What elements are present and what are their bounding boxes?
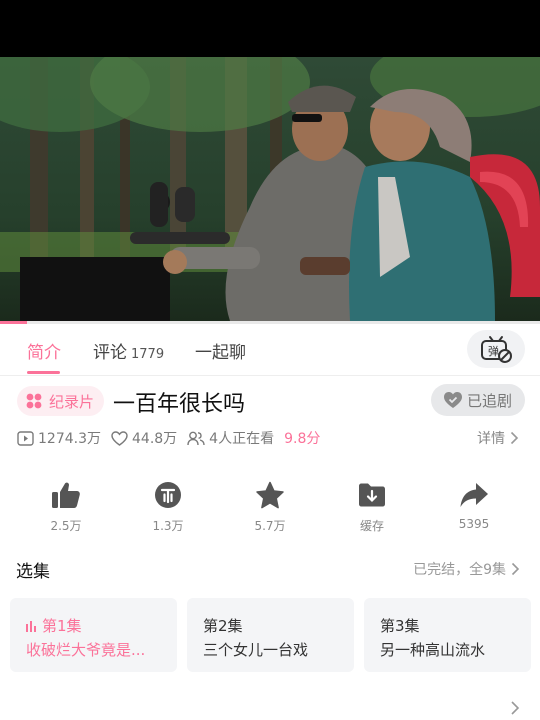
watching-count: 4人正在看 [187, 428, 274, 448]
tab-underline [27, 371, 60, 374]
share-icon [460, 483, 488, 507]
like-button[interactable]: 2.5万 [26, 478, 106, 534]
video-frame [0, 57, 540, 321]
episode-card-3[interactable]: 第3集 另一种高山流水 [364, 598, 531, 672]
tab-intro[interactable]: 简介 [27, 338, 61, 363]
danmaku-toggle-icon: 弹 [481, 336, 512, 363]
star-icon [256, 481, 284, 508]
status-bar-area [0, 0, 540, 57]
thumbs-up-icon [52, 482, 80, 508]
episodes-status-link[interactable]: 已完结，全9集 [413, 559, 520, 579]
detail-tabs: 简介 评论 1779 一起聊 [0, 324, 540, 376]
documentary-badge[interactable]: 纪录片 [17, 386, 105, 416]
like-count-value: 44.8万 [132, 431, 178, 447]
follow-button-label: 已追剧 [466, 391, 512, 410]
detail-link[interactable]: 详情 [477, 428, 519, 448]
danmaku-toggle-button[interactable]: 弹 [467, 330, 525, 368]
follow-button[interactable]: 已追剧 [431, 384, 525, 416]
show-title: 一百年很长吗 [113, 392, 246, 417]
tab-comments[interactable]: 评论 1779 [93, 338, 164, 363]
now-playing-icon [26, 620, 36, 632]
tab-comments-label: 评论 [93, 343, 127, 363]
stats-row: 1274.3万 44.8万 4人正在看 9.8分 详情 [17, 428, 527, 448]
comment-count: 1779 [131, 347, 165, 362]
like-count-label: 2.5万 [50, 519, 82, 533]
rating-score: 9.8分 [284, 431, 321, 447]
heart-outline-icon [111, 430, 128, 446]
watching-count-value: 4人正在看 [209, 431, 275, 447]
play-count-icon [17, 430, 34, 446]
play-count: 1274.3万 [17, 428, 101, 448]
episode-number: 第1集 [42, 617, 82, 635]
episode-title: 三个女儿一台戏 [203, 641, 309, 659]
episode-title: 收破烂大爷竟是... [26, 641, 146, 659]
download-folder-icon [359, 483, 385, 507]
detail-link-label: 详情 [477, 431, 505, 447]
tab-chat-together[interactable]: 一起聊 [195, 338, 246, 363]
people-icon [187, 431, 205, 445]
video-player[interactable] [0, 57, 540, 321]
episode-title: 另一种高山流水 [380, 641, 486, 659]
documentary-badge-label: 纪录片 [49, 392, 95, 411]
documentary-icon [26, 393, 42, 409]
chevron-right-icon [511, 562, 520, 576]
episode-card-1[interactable]: 第1集 收破烂大爷竟是... [10, 598, 177, 672]
heart-check-icon [443, 391, 462, 408]
episode-number: 第2集 [203, 617, 243, 635]
episode-card-2[interactable]: 第2集 三个女儿一台戏 [187, 598, 354, 672]
chevron-right-icon[interactable] [510, 700, 520, 716]
like-count: 44.8万 [111, 428, 177, 448]
coin-icon [155, 482, 181, 508]
chevron-right-icon [510, 431, 519, 445]
share-count-label: 5395 [458, 517, 490, 531]
episodes-header: 选集 已完结，全9集 [0, 555, 540, 582]
episodes-status: 已完结，全9集 [413, 562, 506, 578]
cache-button[interactable]: 缓存 [332, 478, 412, 534]
coin-count-label: 1.3万 [152, 519, 184, 533]
svg-text:弹: 弹 [488, 344, 499, 358]
coin-button[interactable]: 1.3万 [128, 478, 208, 534]
action-bar: 2.5万 1.3万 5.7万 缓存 5395 [0, 478, 540, 538]
episodes-heading: 选集 [16, 562, 50, 582]
title-row: 纪录片 一百年很长吗 已追剧 [0, 380, 540, 424]
play-count-value: 1274.3万 [38, 431, 101, 447]
favorite-count-label: 5.7万 [254, 519, 286, 533]
cache-label: 缓存 [359, 519, 384, 533]
favorite-button[interactable]: 5.7万 [230, 478, 310, 534]
episode-number: 第3集 [380, 617, 420, 635]
share-button[interactable]: 5395 [434, 478, 514, 531]
